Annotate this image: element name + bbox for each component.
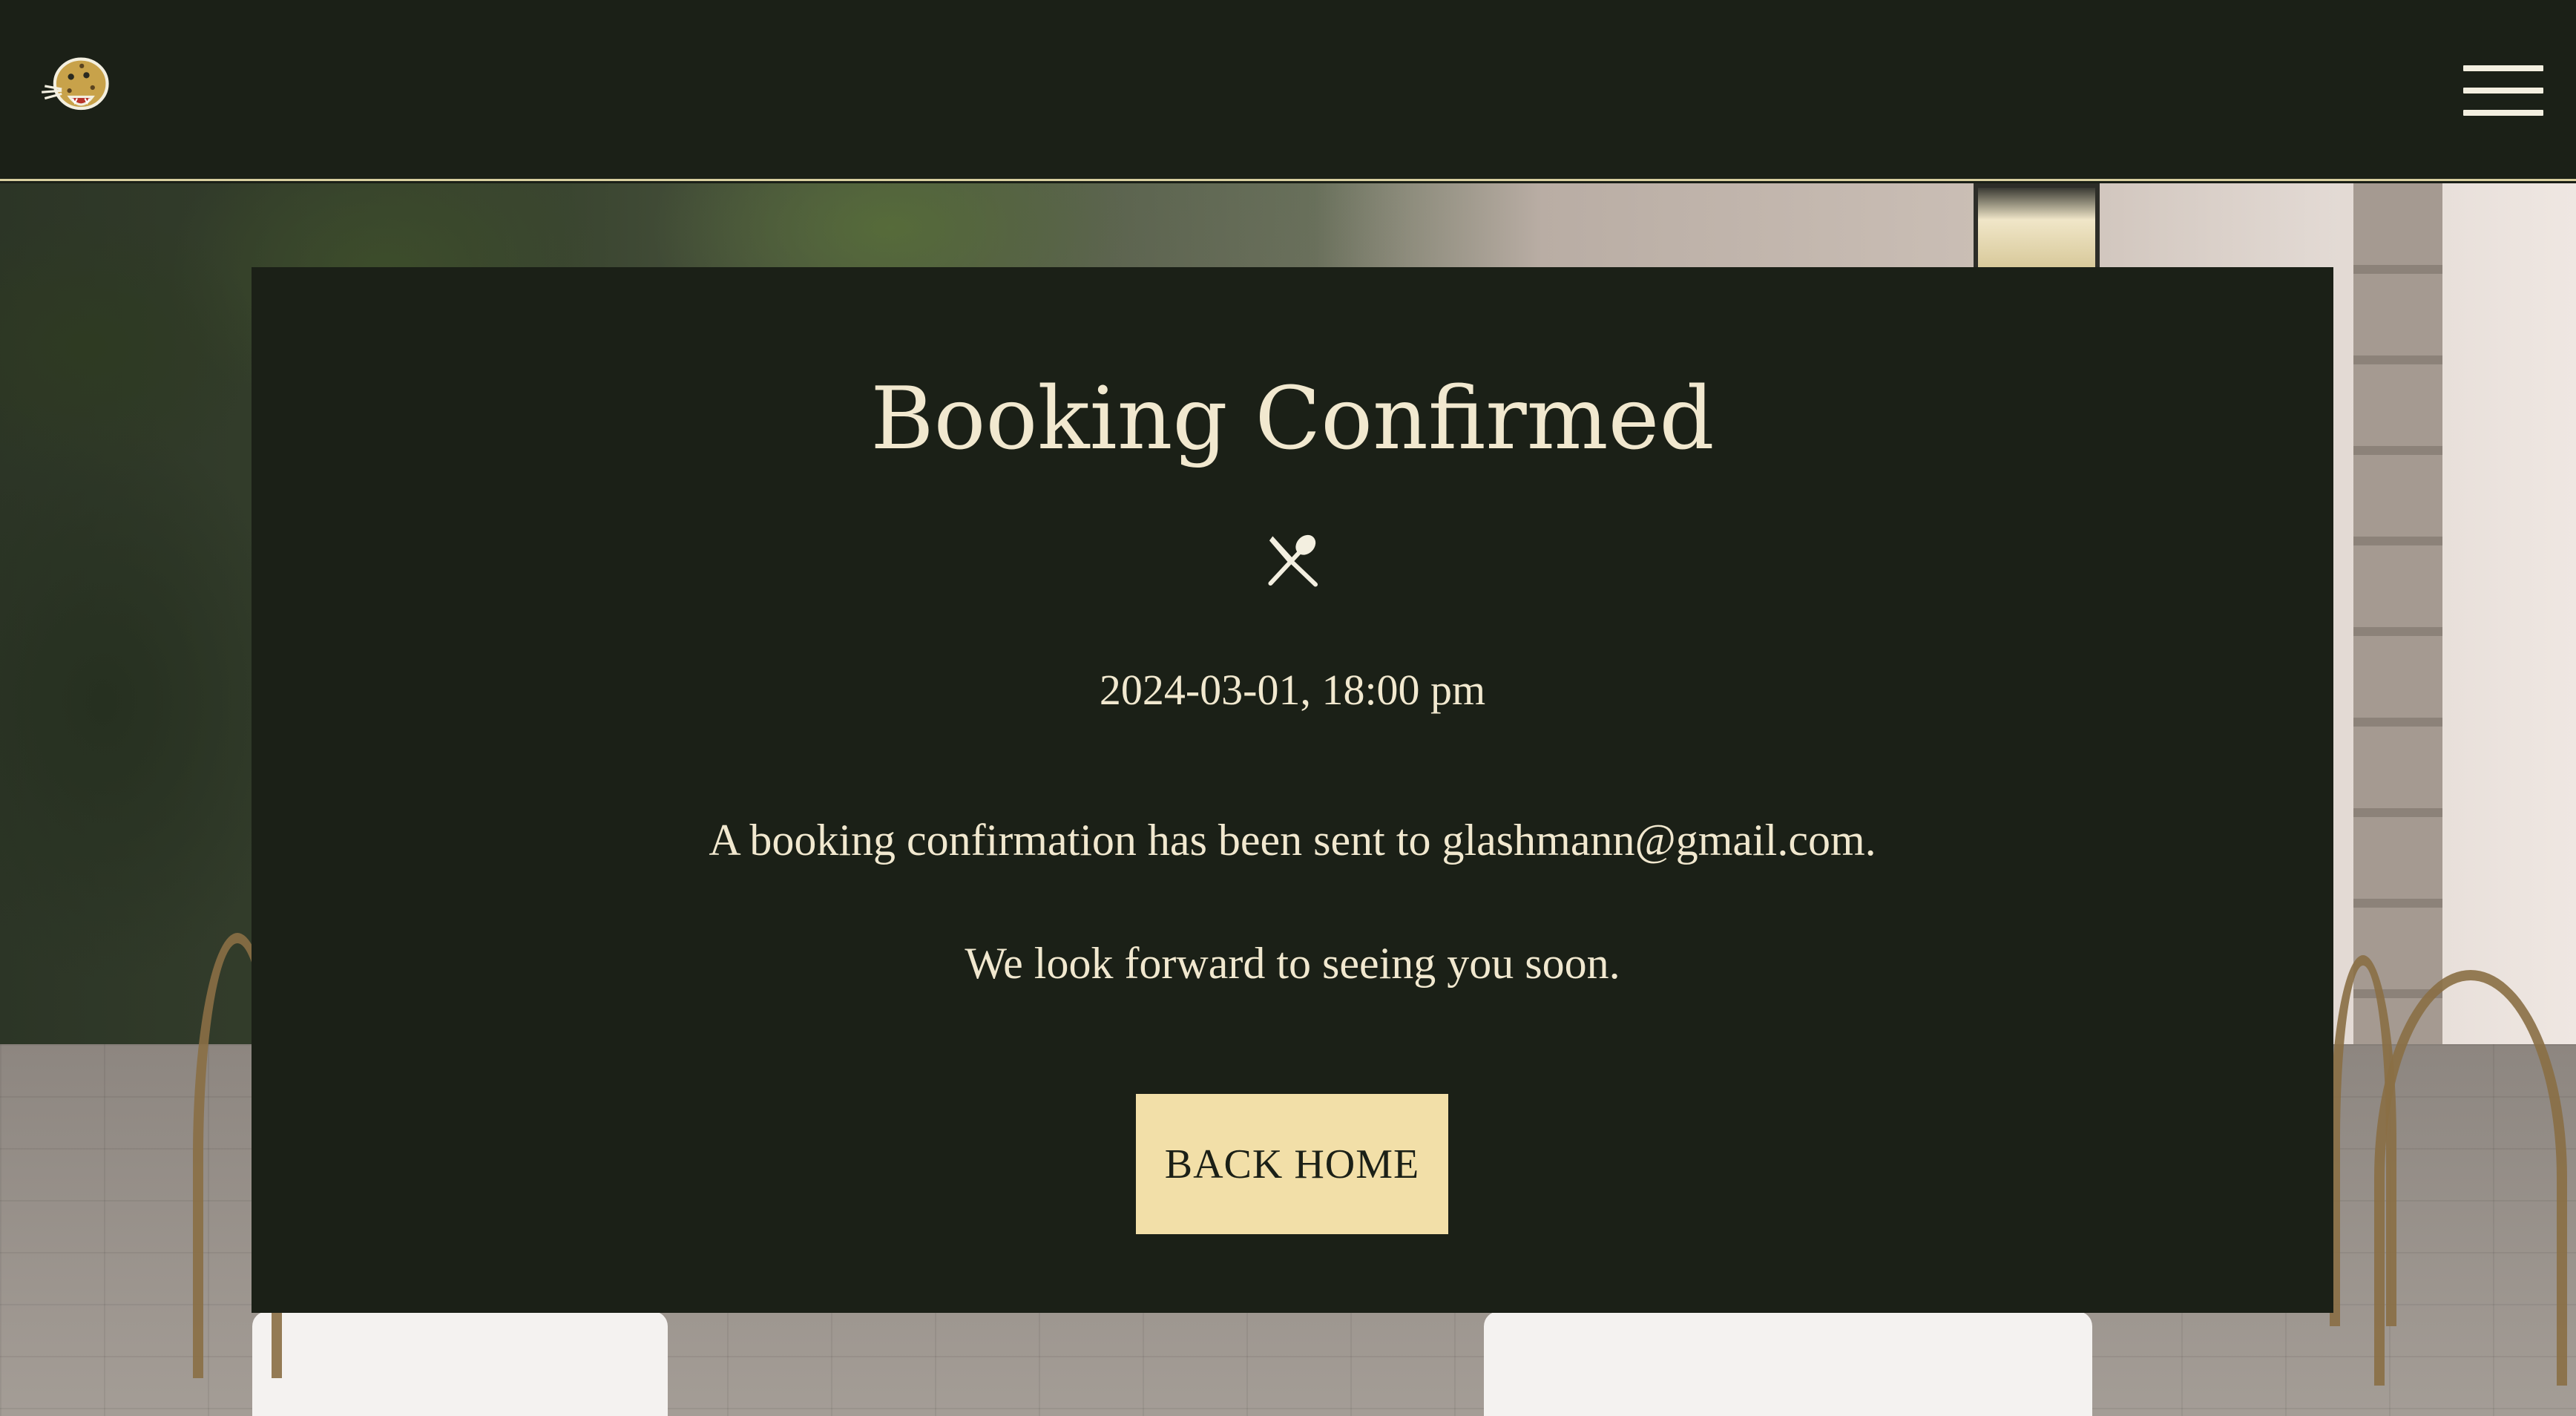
menu-bar — [2463, 110, 2543, 116]
back-home-button[interactable]: BACK HOME — [1136, 1094, 1448, 1234]
chair — [2374, 970, 2567, 1386]
menu-bar — [2463, 65, 2543, 71]
hamburger-menu-button[interactable] — [2463, 61, 2543, 119]
tablecloth — [252, 1311, 668, 1416]
crossed-knife-spoon-icon — [1268, 534, 1318, 587]
lamp — [1974, 183, 2100, 272]
jaguar-logo-icon[interactable] — [39, 49, 116, 126]
page: Booking Confirmed 2024-03-01, 18:00 pm A… — [0, 0, 2576, 1416]
site-header — [0, 0, 2576, 181]
tablecloth — [1484, 1311, 2092, 1416]
chair — [2330, 955, 2396, 1326]
booking-confirmation-card: Booking Confirmed 2024-03-01, 18:00 pm A… — [252, 267, 2333, 1313]
page-title: Booking Confirmed — [870, 369, 1715, 469]
booking-datetime: 2024-03-01, 18:00 pm — [1099, 666, 1486, 714]
closing-message: We look forward to seeing you soon. — [965, 939, 1620, 988]
menu-bar — [2463, 88, 2543, 94]
confirmation-message: A booking confirmation has been sent to … — [709, 816, 1876, 865]
